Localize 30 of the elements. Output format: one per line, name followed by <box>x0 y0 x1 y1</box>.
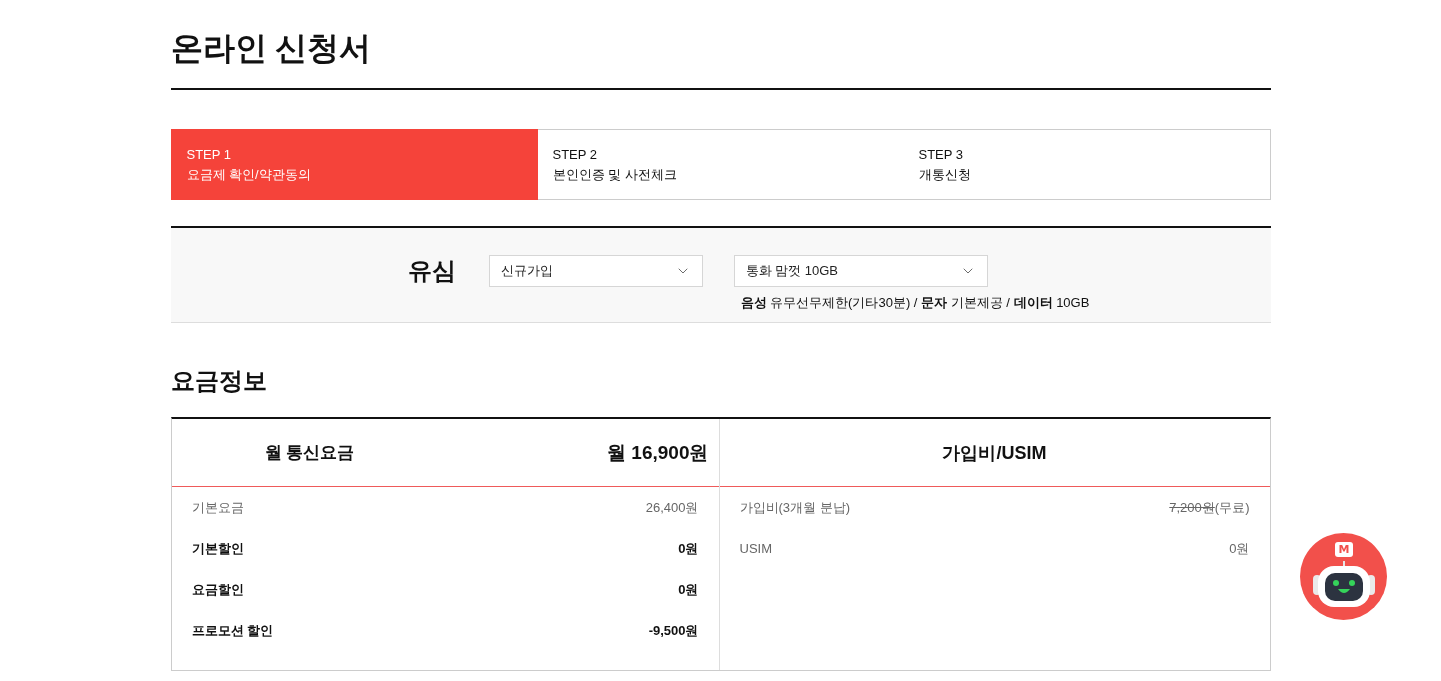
plan-description: 음성 유무선무제한(기타30분) / 문자 기본제공 / 데이터 10GB <box>740 294 1090 312</box>
page-title: 온라인 신청서 <box>170 29 372 68</box>
fee-label: 기본할인 <box>191 539 244 558</box>
step-number: STEP 1 <box>186 146 232 164</box>
fee-label: USIM <box>739 541 772 556</box>
monthly-fee-title: 월 통신요금 <box>264 442 355 464</box>
letter-badge: M <box>1335 542 1353 557</box>
fee-value: 0원 <box>678 539 699 558</box>
section-title: 요금정보 <box>170 366 267 396</box>
step-title: 개통신청 <box>918 166 971 184</box>
step-number: STEP 2 <box>552 146 598 164</box>
price-note: (무료) <box>1214 498 1250 517</box>
fee-label: 가입비(3개월 분납) <box>739 498 850 517</box>
signup-fee-title: 가입비/USIM <box>942 441 1047 465</box>
step-title: 요금제 확인/약관동의 <box>186 166 311 184</box>
step-number: STEP 3 <box>918 146 964 164</box>
dropdown[interactable]: 신규가입 <box>488 255 703 287</box>
fee-label: 프로모션 할인 <box>191 621 274 640</box>
robot-icon <box>1312 560 1375 607</box>
fee-value: 0원 <box>1229 539 1250 558</box>
plan-label: 유심 <box>407 256 457 286</box>
monthly-fee-total: 월 16,900원 <box>607 440 709 465</box>
fee-value: -9,500원 <box>648 621 699 640</box>
step-title: 본인인증 및 사전체크 <box>552 166 677 184</box>
fee-label: 요금할인 <box>191 580 244 599</box>
fee-value: 26,400원 <box>645 498 699 517</box>
fee-value: 0원 <box>678 580 699 599</box>
fee-value: 7,200원 <box>1169 498 1215 517</box>
dropdown[interactable]: 통화 맘껏 10GB <box>733 255 988 287</box>
fee-label: 기본요금 <box>191 498 244 517</box>
